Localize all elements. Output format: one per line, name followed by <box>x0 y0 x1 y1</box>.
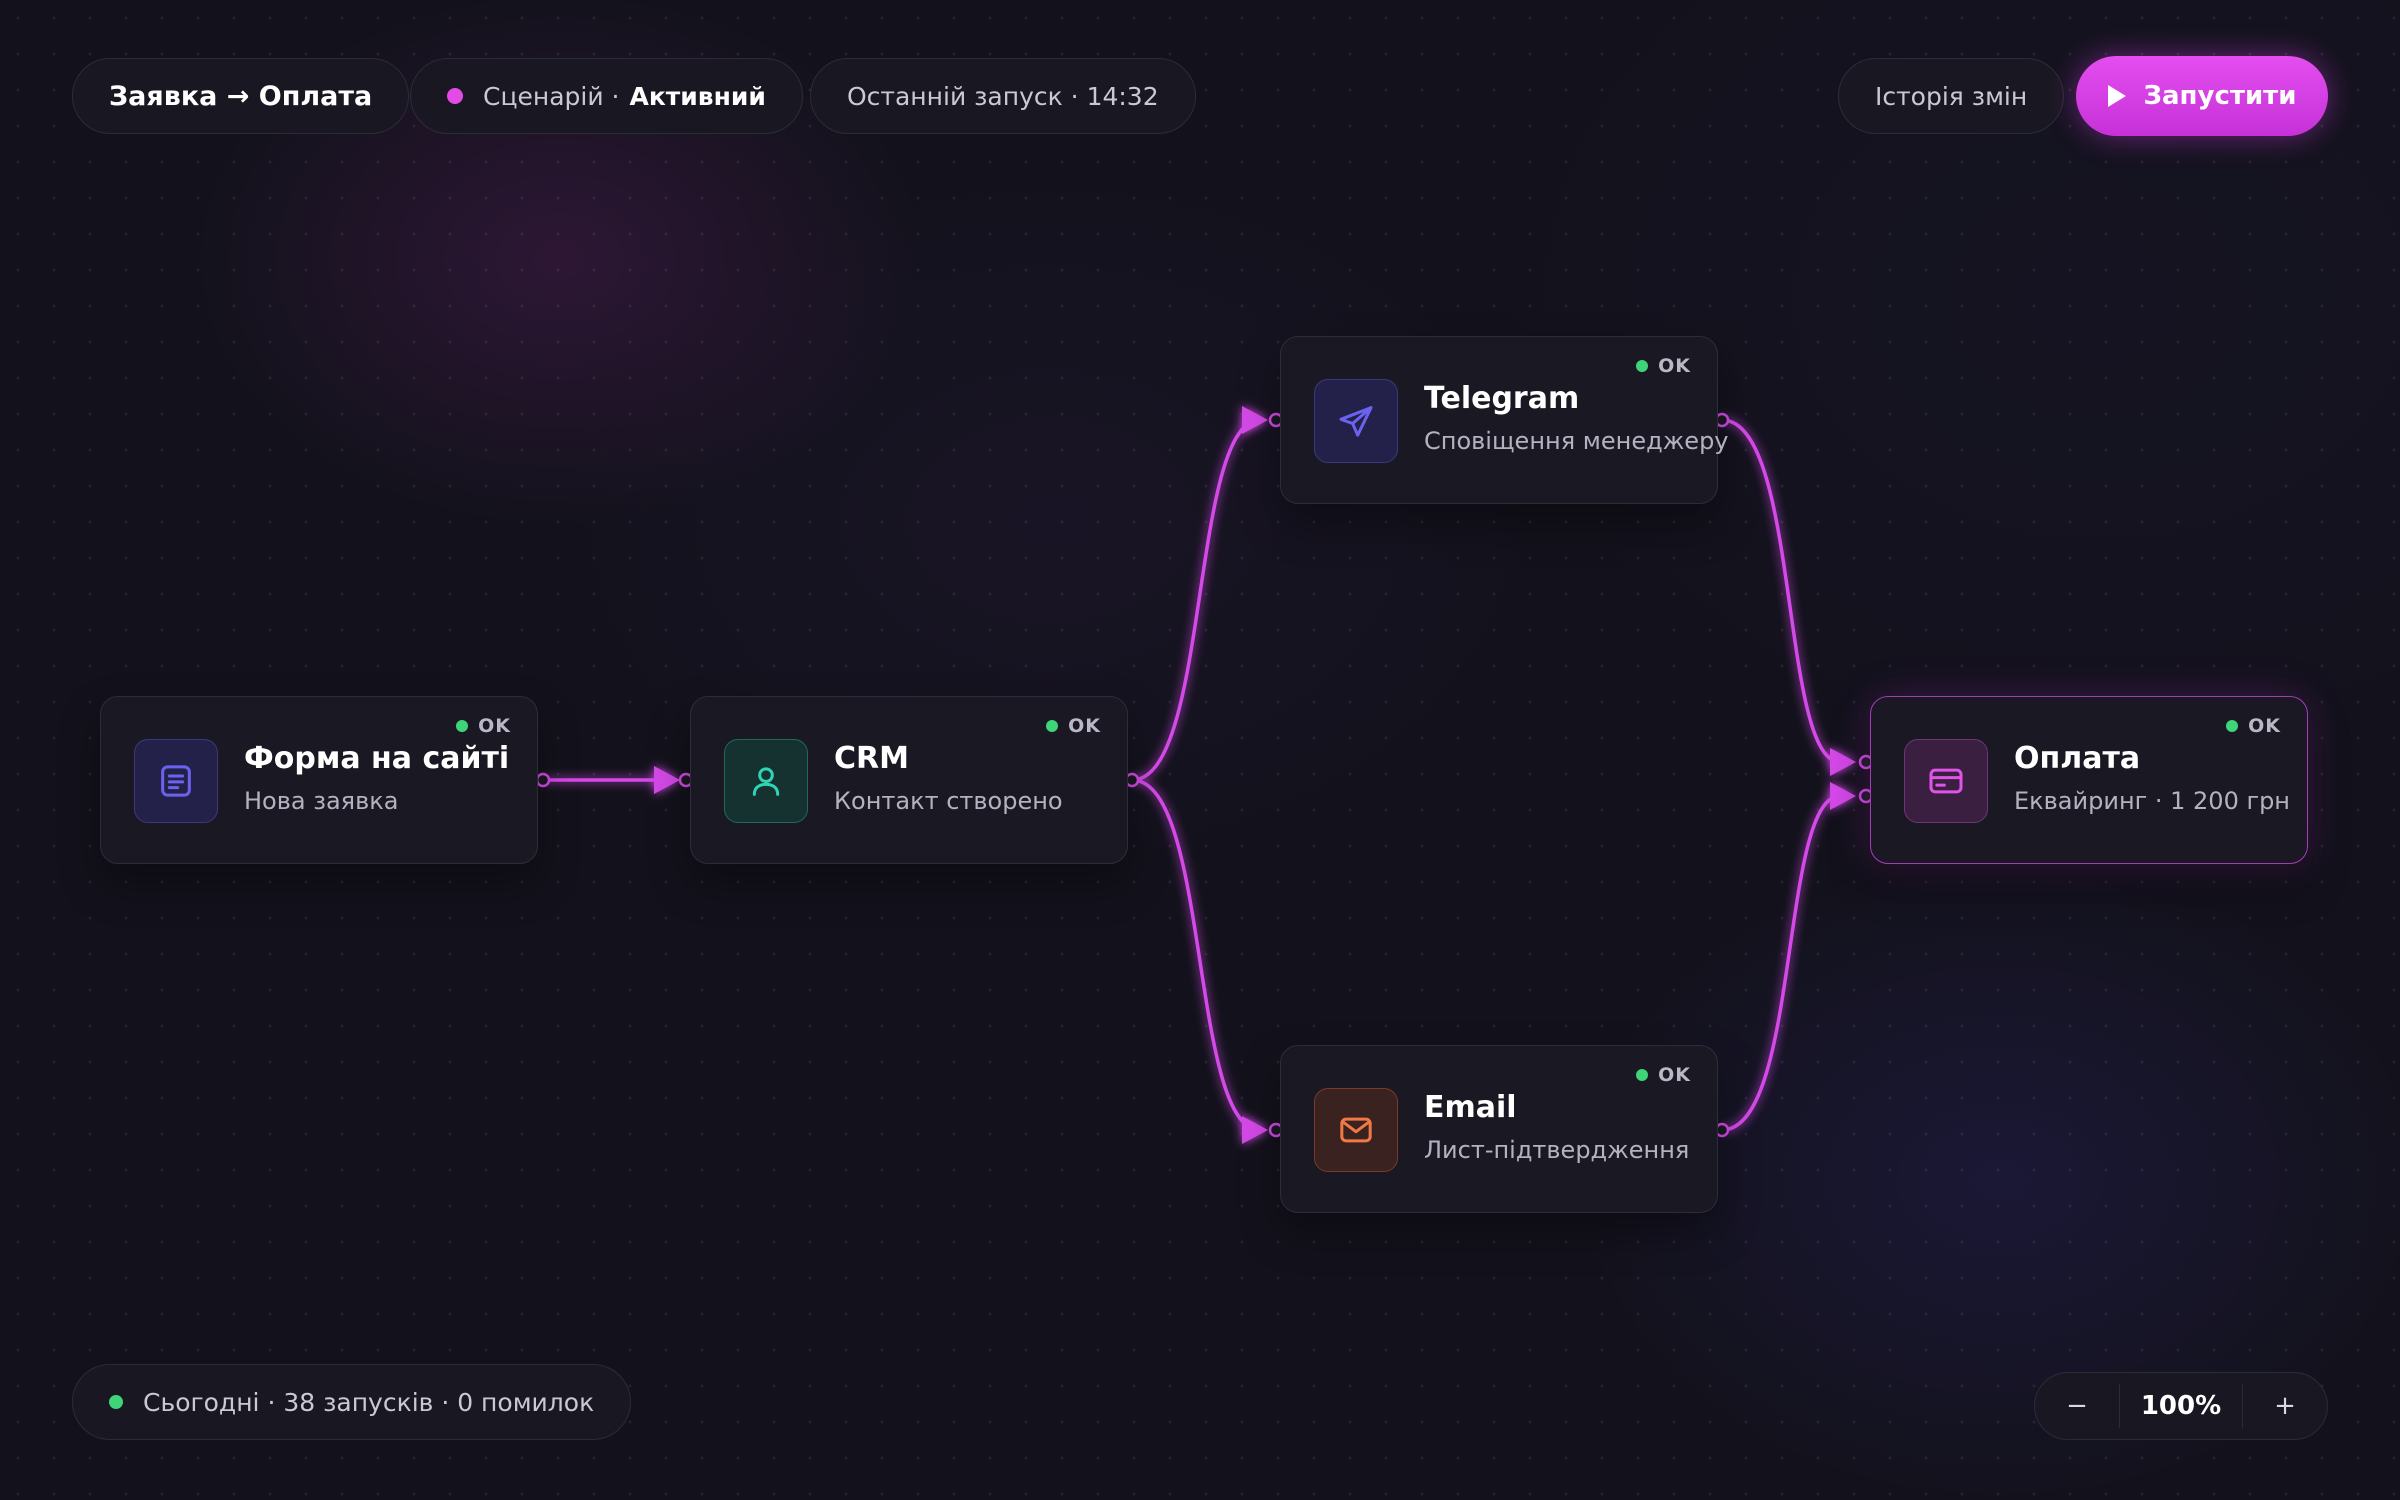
node-subtitle: Сповіщення менеджеру <box>1424 427 1729 455</box>
node-form[interactable]: Форма на сайті Нова заявка OK <box>100 696 538 864</box>
form-icon <box>134 739 218 823</box>
edge-crm-telegram <box>1131 418 1261 782</box>
zoom-out-button[interactable]: − <box>2035 1391 2119 1421</box>
node-crm[interactable]: CRM Контакт створено OK <box>690 696 1128 864</box>
node-email[interactable]: Email Лист-підтвердження OK <box>1280 1045 1718 1213</box>
node-subtitle: Нова заявка <box>244 787 399 815</box>
status-dot-icon <box>456 720 469 732</box>
daily-stats-badge: Сьогодні · 38 запусків · 0 помилок <box>72 1364 632 1440</box>
node-status-text: OK <box>2248 715 2281 737</box>
node-status-badge: OK <box>1636 1064 1691 1086</box>
node-payment[interactable]: Оплата Еквайринг · 1 200 грн OK <box>1870 696 2308 864</box>
node-subtitle: Еквайринг · 1 200 грн <box>2014 787 2290 815</box>
arrow-payment-bottom <box>1830 782 1856 810</box>
user-icon <box>724 739 808 823</box>
node-status-text: OK <box>478 715 511 737</box>
node-title: CRM <box>834 741 909 776</box>
edge-crm-email <box>1131 778 1261 1132</box>
zoom-level: 100% <box>2119 1384 2243 1428</box>
node-title: Оплата <box>2014 741 2141 776</box>
node-status-text: OK <box>1658 355 1691 377</box>
node-status-badge: OK <box>1636 355 1691 377</box>
status-dot-icon <box>2226 720 2239 732</box>
node-status-badge: OK <box>1046 715 1101 737</box>
node-status-text: OK <box>1068 715 1101 737</box>
node-status-badge: OK <box>2226 715 2281 737</box>
edge-email-payment <box>1721 794 1841 1132</box>
status-dot-icon <box>1046 720 1059 732</box>
node-status-text: OK <box>1658 1064 1691 1086</box>
status-dot-icon <box>1636 1069 1649 1081</box>
credit-card-icon <box>1904 739 1988 823</box>
arrow-crm <box>654 766 680 794</box>
node-status-badge: OK <box>456 715 511 737</box>
node-title: Email <box>1424 1090 1517 1125</box>
node-telegram[interactable]: Telegram Сповіщення менеджеру OK <box>1280 336 1729 504</box>
status-dot-icon <box>109 1395 123 1409</box>
zoom-in-button[interactable]: + <box>2243 1391 2327 1421</box>
arrow-telegram <box>1242 406 1268 434</box>
node-subtitle: Лист-підтвердження <box>1424 1136 1690 1164</box>
node-title: Форма на сайті <box>244 741 510 776</box>
node-title: Telegram <box>1424 381 1580 416</box>
edge-telegram-payment <box>1721 418 1841 764</box>
mail-icon <box>1314 1088 1398 1172</box>
arrow-email <box>1242 1116 1268 1144</box>
status-dot-icon <box>1636 360 1649 372</box>
arrow-payment-top <box>1830 748 1856 776</box>
port-form-out <box>535 772 551 788</box>
node-subtitle: Контакт створено <box>834 787 1063 815</box>
daily-stats-text: Сьогодні · 38 запусків · 0 помилок <box>143 1387 595 1417</box>
paper-plane-icon <box>1314 379 1398 463</box>
zoom-control: − 100% + <box>2034 1372 2328 1440</box>
